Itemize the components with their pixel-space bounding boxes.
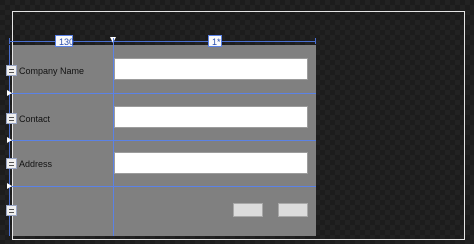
address-input[interactable] [114, 152, 308, 174]
form-button-1[interactable] [233, 203, 263, 217]
ruler-tick-right [315, 38, 316, 44]
row-handle-icon[interactable] [6, 158, 17, 169]
row-handle-icon[interactable] [6, 65, 17, 76]
row-arrow-icon[interactable] [7, 90, 12, 96]
company-name-label: Company Name [19, 66, 85, 76]
row-handle-icon[interactable] [6, 113, 17, 124]
row-divider-3[interactable] [9, 186, 316, 187]
column-width-label-2[interactable]: 1* [208, 35, 222, 47]
form-button-2[interactable] [278, 203, 308, 217]
contact-label: Contact [19, 114, 51, 124]
address-label: Address [19, 159, 53, 169]
row-arrow-icon[interactable] [7, 137, 12, 143]
row-divider-1[interactable] [9, 93, 316, 94]
column-width-label-1[interactable]: 130 [55, 35, 74, 47]
row-handle-icon[interactable] [6, 205, 17, 216]
ruler-tick-left [9, 38, 10, 44]
row-divider-2[interactable] [9, 140, 316, 141]
company-name-input[interactable] [114, 58, 308, 80]
contact-input[interactable] [114, 106, 308, 128]
row-arrow-icon[interactable] [7, 183, 12, 189]
